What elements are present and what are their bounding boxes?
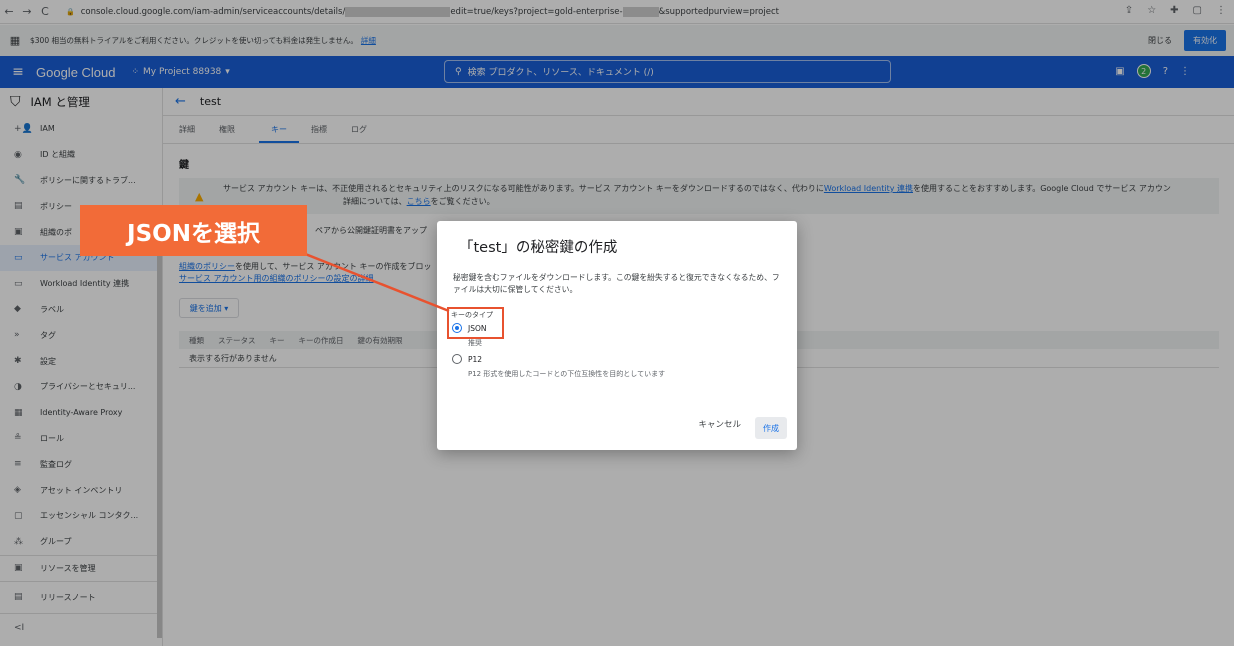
cancel-button[interactable]: キャンセル	[698, 418, 741, 430]
create-key-dialog: 「test」の秘密鍵の作成 秘密鍵を含むファイルをダウンロードします。この鍵を紛…	[437, 221, 797, 450]
annotation-callout: JSONを選択	[80, 205, 307, 256]
radio-p12[interactable]: P12	[452, 354, 482, 364]
radio-sublabel: P12 形式を使用したコードとの下位互換性を目的としています	[468, 370, 666, 378]
radio-unchecked-icon[interactable]	[452, 354, 462, 364]
json-highlight-box	[447, 307, 504, 339]
dialog-title: 「test」の秘密鍵の作成	[459, 240, 618, 256]
create-button[interactable]: 作成	[755, 417, 787, 439]
radio-label: P12	[468, 354, 483, 364]
dialog-description: 秘密鍵を含むファイルをダウンロードします。この鍵を紛失すると復元できなくなるため…	[453, 273, 780, 295]
radio-sublabel: 推奨	[468, 339, 482, 347]
